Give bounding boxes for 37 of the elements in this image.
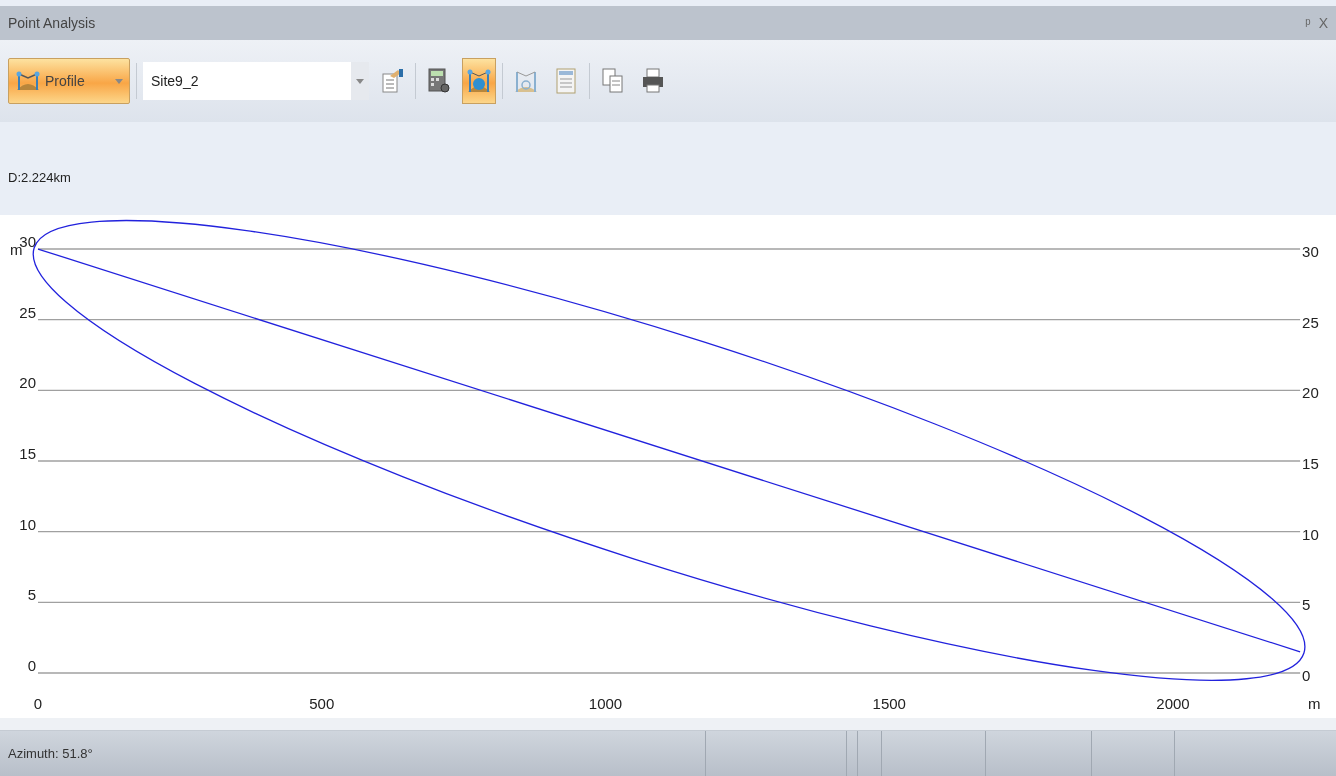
- y-axis-label: 0: [1302, 667, 1311, 684]
- clipboard-icon: [382, 69, 403, 93]
- y-axis-label: 15: [1302, 455, 1319, 472]
- x-axis-label: 1500: [872, 695, 906, 712]
- copy-icon: [602, 68, 623, 93]
- y-axis-label: 5: [1302, 596, 1311, 614]
- azimuth-label: Azimuth: 51.8°: [7, 745, 94, 763]
- profile-globe-icon: [467, 69, 491, 93]
- y-axis-label: 30: [1302, 243, 1319, 260]
- x-axis-unit: m: [1308, 695, 1321, 712]
- profile-tool-icon: [515, 71, 537, 93]
- y-axis-label: 20: [19, 374, 36, 392]
- x-axis-label: 1000: [588, 695, 623, 712]
- caret-icon: [356, 78, 364, 84]
- y-axis-label: 5: [27, 586, 36, 604]
- y-axis-label: 10: [19, 515, 36, 533]
- panel-title: Point Analysis: [8, 15, 96, 31]
- y-axis-label: 15: [19, 445, 36, 462]
- print-icon: [643, 68, 663, 93]
- y-axis-label: 0: [27, 657, 36, 674]
- calculator-icon: [428, 68, 450, 93]
- pin-button[interactable]: ᵖ: [1303, 15, 1313, 31]
- x-axis-label: 500: [309, 695, 335, 712]
- profile-dropdown-button[interactable]: Profile: [8, 58, 130, 104]
- y-axis-label: 25: [19, 303, 36, 321]
- y-axis-label: 10: [1302, 525, 1319, 543]
- y-axis-label: 20: [1302, 384, 1319, 402]
- profile-globe-button[interactable]: [462, 58, 496, 104]
- document-icon: [556, 68, 576, 94]
- caret-icon: [115, 78, 123, 84]
- close-button[interactable]: X: [1316, 15, 1330, 31]
- y-axis-label: 25: [1302, 313, 1319, 331]
- distance-label: D:2.224km: [8, 170, 71, 185]
- profile-icon: [16, 71, 40, 91]
- site-select[interactable]: Site9_2: [143, 62, 369, 100]
- x-axis-label: 2000: [1156, 695, 1190, 712]
- x-axis-label: 0: [33, 695, 43, 712]
